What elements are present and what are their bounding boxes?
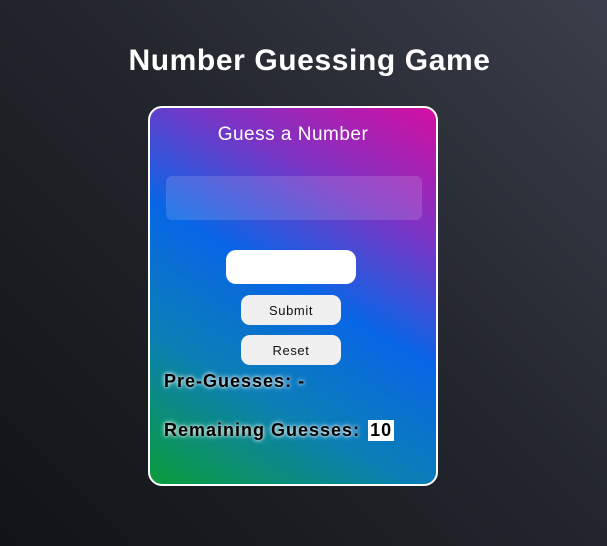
message-box xyxy=(166,176,422,220)
remaining-guesses-count: 10 xyxy=(368,420,395,441)
remaining-guesses: Remaining Guesses: 10 xyxy=(164,420,395,441)
previous-guesses-label: Pre-Guesses: xyxy=(164,371,293,391)
game-card: Guess a Number Submit Reset Pre-Guesses:… xyxy=(148,106,438,486)
submit-button[interactable]: Submit xyxy=(241,295,341,325)
guess-input[interactable] xyxy=(226,250,356,284)
card-title: Guess a Number xyxy=(217,124,369,145)
previous-guesses-value: - xyxy=(298,371,306,391)
reset-button[interactable]: Reset xyxy=(241,335,341,365)
previous-guesses: Pre-Guesses: - xyxy=(164,371,305,392)
remaining-guesses-label: Remaining Guesses: xyxy=(164,420,361,440)
page-title: Number Guessing Game xyxy=(128,44,491,77)
